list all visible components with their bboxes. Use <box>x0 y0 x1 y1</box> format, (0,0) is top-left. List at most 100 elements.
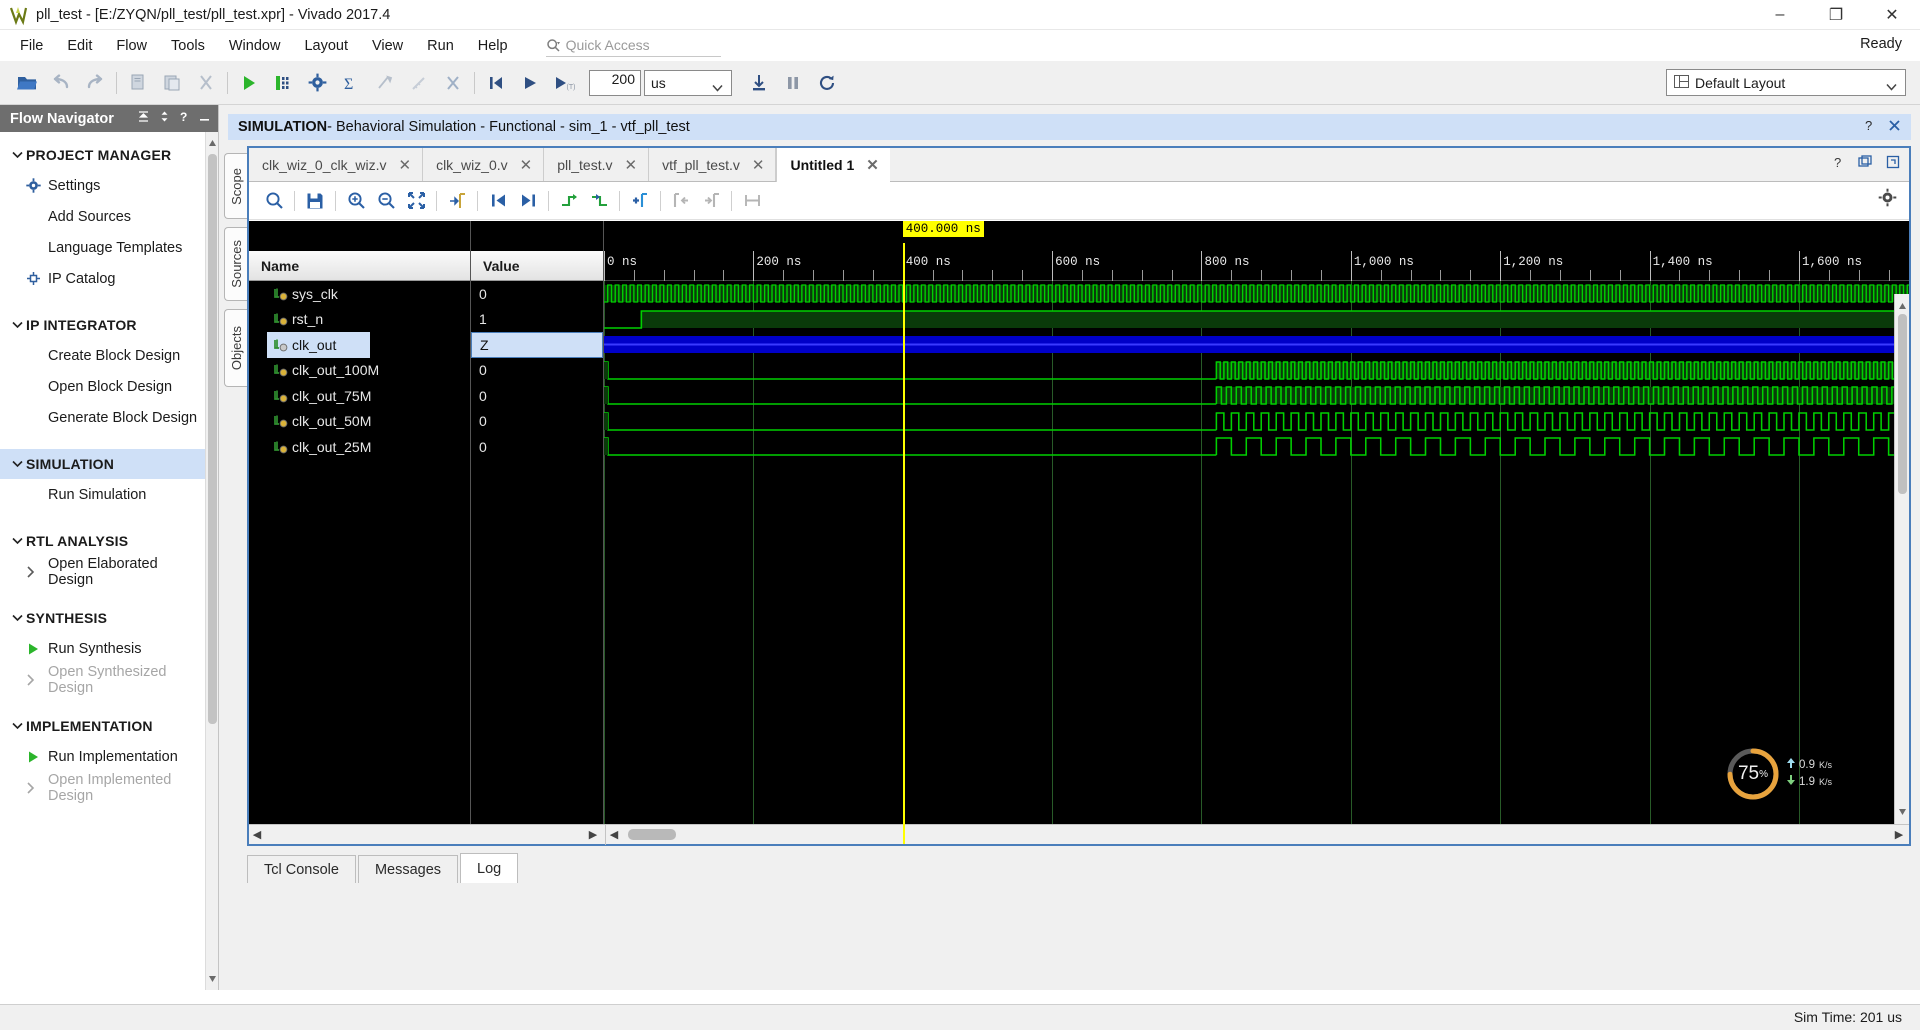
undo-icon[interactable] <box>44 66 78 100</box>
fn-item-run-simulation[interactable]: Run Simulation <box>0 479 205 510</box>
signal-row-clk-out-25m[interactable]: clk_out_25M <box>249 434 470 460</box>
minimize-button[interactable]: – <box>1752 0 1808 30</box>
menu-flow[interactable]: Flow <box>104 35 159 57</box>
restart-icon[interactable] <box>810 66 844 100</box>
close-button[interactable]: ✕ <box>1864 0 1920 30</box>
close-panel-icon[interactable] <box>1888 119 1901 136</box>
run-report-icon[interactable] <box>266 66 300 100</box>
console-tab-log[interactable]: Log <box>460 853 519 883</box>
side-tab-objects[interactable]: Objects <box>224 309 247 387</box>
waveform-vertical-scrollbar[interactable] <box>1894 294 1909 824</box>
scroll-right-icon[interactable]: ▶ <box>585 826 601 844</box>
signal-row-clk-out-100m[interactable]: clk_out_100M <box>249 358 470 384</box>
help-icon[interactable]: ? <box>179 110 190 127</box>
menu-window[interactable]: Window <box>217 35 293 57</box>
fn-section-ip-integrator[interactable]: IP INTEGRATOR <box>0 310 205 340</box>
fn-section-synthesis[interactable]: SYNTHESIS <box>0 603 205 633</box>
next-marker-icon[interactable] <box>696 187 726 215</box>
fn-item-language-templates[interactable]: Language Templates <box>0 232 205 263</box>
save-icon[interactable] <box>300 187 330 215</box>
close-icon[interactable]: ✕ <box>752 156 765 174</box>
scroll-up-icon[interactable] <box>208 134 217 152</box>
maximize-button[interactable]: ❐ <box>1808 0 1864 30</box>
fn-item-open-elaborated-design[interactable]: Open Elaborated Design <box>0 556 205 588</box>
collapse-all-icon[interactable] <box>137 110 150 127</box>
fn-item-create-block-design[interactable]: Create Block Design <box>0 340 205 371</box>
previous-marker-icon[interactable] <box>666 187 696 215</box>
copy-icon[interactable] <box>121 66 155 100</box>
fn-item-add-sources[interactable]: Add Sources <box>0 201 205 232</box>
menu-tools[interactable]: Tools <box>159 35 217 57</box>
sim-run-time-input[interactable]: 200 <box>589 69 641 96</box>
settings-gear-icon[interactable] <box>300 66 334 100</box>
run-for-time-icon[interactable]: (T) <box>547 66 581 100</box>
cut-icon[interactable] <box>189 66 223 100</box>
scroll-up-icon[interactable] <box>1898 297 1907 315</box>
zoom-out-icon[interactable] <box>371 187 401 215</box>
layout-select[interactable]: Default Layout <box>1666 69 1906 96</box>
file-tab-pll-test[interactable]: pll_test.v ✕ <box>544 148 650 181</box>
console-tab-messages[interactable]: Messages <box>357 855 459 883</box>
add-group-icon[interactable] <box>554 187 584 215</box>
zoom-fit-icon[interactable] <box>401 187 431 215</box>
scrollbar-thumb[interactable] <box>208 154 217 724</box>
waveform-settings-gear-icon[interactable] <box>1878 188 1897 212</box>
file-tab-untitled-1[interactable]: Untitled 1 ✕ <box>776 148 890 182</box>
sum-report-icon[interactable]: Σ <box>334 66 368 100</box>
menu-edit[interactable]: Edit <box>55 35 104 57</box>
quick-access-search[interactable]: Quick Access <box>545 35 721 57</box>
fn-item-ip-catalog[interactable]: IP Catalog <box>0 263 205 294</box>
fn-item-open-synthesized-design[interactable]: Open Synthesized Design <box>0 664 205 696</box>
close-icon[interactable]: ✕ <box>866 156 879 174</box>
paste-icon[interactable] <box>155 66 189 100</box>
restart-sim-icon[interactable] <box>479 66 513 100</box>
float-window-icon[interactable] <box>1858 155 1872 174</box>
file-tab-clk-wiz-0-clk-wiz[interactable]: clk_wiz_0_clk_wiz.v ✕ <box>249 148 424 181</box>
scrollbar-thumb[interactable] <box>1898 314 1907 494</box>
wave-hscrollbar[interactable]: ◀ ▶ <box>605 824 1909 845</box>
signal-row-clk-out-75m[interactable]: clk_out_75M <box>249 383 470 409</box>
signal-row-rst-n[interactable]: rst_n <box>249 307 470 333</box>
fn-item-open-implemented-design[interactable]: Open Implemented Design <box>0 772 205 804</box>
minimize-panel-icon[interactable] <box>199 110 210 127</box>
waveform-canvas-column[interactable]: 400.000 ns 0 ns 200 ns 400 ns 600 ns 800 ns 1… <box>604 221 1909 844</box>
expand-collapse-icon[interactable] <box>159 110 170 127</box>
sim-time-unit-select[interactable]: us <box>644 69 732 96</box>
run-icon[interactable] <box>232 66 266 100</box>
menu-layout[interactable]: Layout <box>292 35 360 57</box>
menu-view[interactable]: View <box>360 35 415 57</box>
fn-item-generate-block-design[interactable]: Generate Block Design <box>0 402 205 433</box>
fn-item-run-synthesis[interactable]: Run Synthesis <box>0 633 205 664</box>
scroll-left-icon[interactable]: ◀ <box>249 826 265 844</box>
next-transition-icon[interactable] <box>513 187 543 215</box>
signal-row-clk-out[interactable]: clk_out <box>267 332 370 358</box>
menu-help[interactable]: Help <box>466 35 520 57</box>
fn-section-project-manager[interactable]: PROJECT MANAGER <box>0 140 205 170</box>
signal-row-clk-out-50m[interactable]: clk_out_50M <box>249 409 470 435</box>
menu-run[interactable]: Run <box>415 35 466 57</box>
add-divider-icon[interactable] <box>584 187 614 215</box>
route-icon[interactable] <box>402 66 436 100</box>
fn-item-settings[interactable]: Settings <box>0 170 205 201</box>
add-marker-icon[interactable] <box>625 187 655 215</box>
maximize-panel-icon[interactable] <box>1886 155 1900 174</box>
side-tab-scope[interactable]: Scope <box>224 153 247 219</box>
open-project-icon[interactable] <box>10 66 44 100</box>
time-ruler[interactable]: 0 ns 200 ns 400 ns 600 ns 800 ns 1,000 ns 1,20… <box>604 251 1909 281</box>
zoom-in-icon[interactable] <box>341 187 371 215</box>
scrollbar-thumb[interactable] <box>628 828 676 840</box>
file-tab-vtf-pll-test[interactable]: vtf_pll_test.v ✕ <box>649 148 777 181</box>
signal-row-sys-clk[interactable]: sys_clk <box>249 281 470 307</box>
side-tab-sources[interactable]: Sources <box>224 227 247 301</box>
goto-marker-icon[interactable] <box>442 187 472 215</box>
help-icon[interactable]: ? <box>1832 155 1844 174</box>
time-marker-line[interactable] <box>902 243 905 844</box>
fn-item-run-implementation[interactable]: Run Implementation <box>0 741 205 772</box>
scroll-down-icon[interactable] <box>208 970 217 988</box>
close-icon[interactable]: ✕ <box>624 156 637 174</box>
menu-file[interactable]: File <box>8 35 55 57</box>
scroll-right-icon[interactable]: ▶ <box>1891 826 1907 844</box>
previous-transition-icon[interactable] <box>483 187 513 215</box>
run-all-icon[interactable] <box>513 66 547 100</box>
flow-navigator-scrollbar[interactable] <box>205 132 218 990</box>
